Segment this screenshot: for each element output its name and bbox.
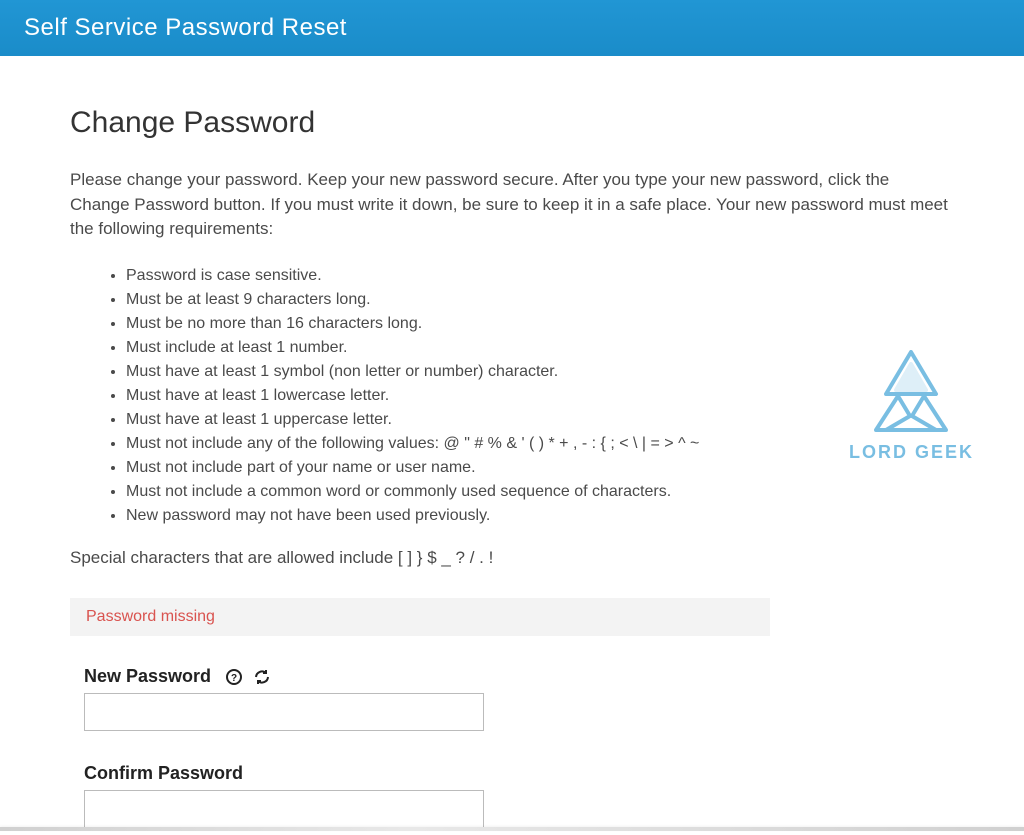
new-password-block: New Password ? [84, 666, 954, 731]
error-banner: Password missing [70, 598, 770, 636]
label-icons: ? [222, 669, 274, 687]
allowed-chars: Special characters that are allowed incl… [70, 548, 954, 568]
requirement-item: Must include at least 1 number. [126, 336, 954, 360]
requirement-item: Must not include any of the following va… [126, 432, 954, 456]
refresh-icon[interactable] [254, 669, 270, 685]
requirements-list: Password is case sensitive. Must be at l… [70, 264, 954, 528]
confirm-password-block: Confirm Password [84, 763, 954, 828]
requirement-item: Must have at least 1 lowercase letter. [126, 384, 954, 408]
requirement-item: Must not include part of your name or us… [126, 456, 954, 480]
content-area: Change Password Please change your passw… [0, 56, 1024, 828]
confirm-password-label: Confirm Password [84, 763, 243, 784]
svg-text:?: ? [230, 673, 236, 684]
requirement-item: Password is case sensitive. [126, 264, 954, 288]
requirement-item: Must not include a common word or common… [126, 480, 954, 504]
requirement-item: Must have at least 1 symbol (non letter … [126, 360, 954, 384]
new-password-label: New Password [84, 666, 211, 687]
page-title: Change Password [70, 106, 954, 140]
requirement-item: Must have at least 1 uppercase letter. [126, 408, 954, 432]
requirement-item: Must be no more than 16 characters long. [126, 312, 954, 336]
confirm-password-input[interactable] [84, 790, 484, 828]
requirement-item: Must be at least 9 characters long. [126, 288, 954, 312]
error-text: Password missing [86, 608, 215, 625]
new-password-input[interactable] [84, 693, 484, 731]
header-title: Self Service Password Reset [24, 14, 347, 41]
requirement-item: New password may not have been used prev… [126, 504, 954, 528]
intro-text: Please change your password. Keep your n… [70, 168, 950, 242]
bottom-divider [0, 827, 1024, 831]
header-bar: Self Service Password Reset [0, 0, 1024, 56]
help-icon[interactable]: ? [226, 669, 242, 685]
